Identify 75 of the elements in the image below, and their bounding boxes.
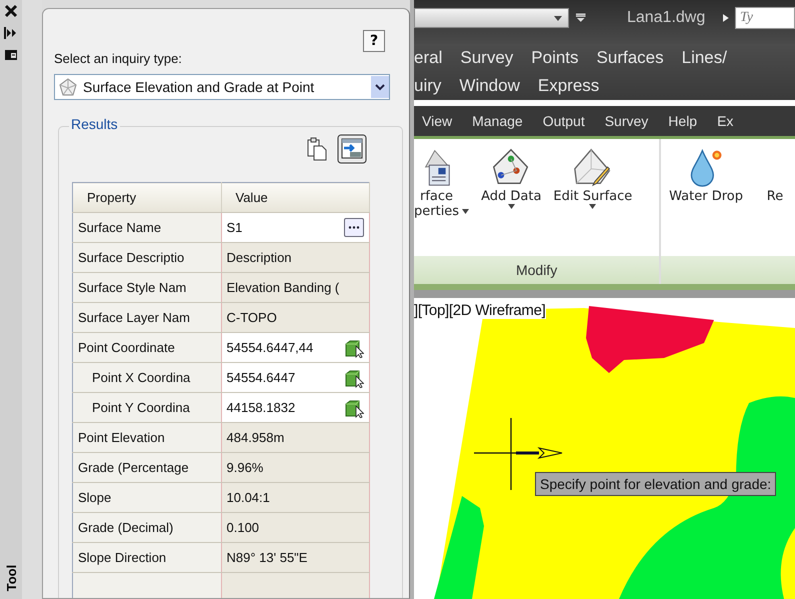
table-cell[interactable]: 54554.6447 bbox=[221, 362, 370, 392]
ribbon-tab[interactable]: Output bbox=[534, 113, 597, 129]
ribbon-button[interactable]: Re bbox=[755, 147, 795, 204]
ribbon-tab[interactable]: Manage bbox=[464, 113, 535, 129]
cell-value: 54554.6447,44 bbox=[226, 340, 314, 355]
document-title: Lana1.dwg bbox=[626, 9, 706, 27]
table-cell: Point Y Coordina bbox=[72, 392, 221, 422]
ribbon-tab[interactable]: Ex bbox=[709, 113, 746, 129]
table-cell: Surface Descriptio bbox=[72, 242, 221, 272]
menu-item[interactable]: Points bbox=[531, 48, 579, 68]
cell-value: 54554.6447 bbox=[226, 370, 296, 385]
palette-title: Tool bbox=[4, 564, 18, 592]
ribbon-tab[interactable]: View bbox=[414, 113, 464, 129]
ribbon-tab[interactable]: Help bbox=[660, 113, 710, 129]
ribbon-tab[interactable]: Survey bbox=[596, 113, 660, 129]
table-cell: Point Elevation bbox=[72, 422, 221, 452]
pick-point-icon[interactable] bbox=[344, 338, 364, 358]
surface-pencil-icon bbox=[572, 147, 613, 187]
close-icon[interactable] bbox=[4, 4, 18, 18]
cell-value: 44158.1832 bbox=[226, 400, 296, 415]
ellipsis-icon bbox=[348, 226, 360, 229]
inquiry-type-dropdown[interactable]: Surface Elevation and Grade at Point bbox=[54, 74, 390, 100]
table-cell[interactable]: 54554.6447,44 bbox=[221, 332, 370, 362]
cell-value: Description bbox=[226, 250, 292, 265]
menu-item[interactable]: eral bbox=[414, 48, 442, 68]
chevron-down-icon[interactable] bbox=[371, 76, 389, 98]
surface-icon bbox=[59, 78, 77, 96]
clipboard-icon[interactable] bbox=[305, 136, 329, 162]
browse-button[interactable] bbox=[344, 218, 364, 237]
menu-item[interactable]: Survey bbox=[460, 48, 514, 68]
ribbon-panel-title: Modify bbox=[516, 262, 558, 278]
table-cell[interactable]: 44158.1832 bbox=[221, 392, 370, 422]
viewport-label[interactable]: ][Top][2D Wireframe] bbox=[414, 302, 546, 319]
table-cell: Surface Name bbox=[72, 212, 221, 242]
properties-icon[interactable] bbox=[4, 48, 18, 62]
column-header[interactable]: Value bbox=[221, 182, 370, 212]
menu-item[interactable]: Express bbox=[538, 76, 600, 96]
inquiry-type-value: Surface Elevation and Grade at Point bbox=[83, 79, 314, 95]
expand-arrow-icon[interactable] bbox=[723, 14, 729, 22]
cell-value: 10.04:1 bbox=[226, 490, 270, 505]
ribbon-button[interactable]: Water Drop bbox=[669, 147, 743, 204]
table-cell: Point X Coordina bbox=[72, 362, 221, 392]
table-cell: Point Coordinate bbox=[72, 332, 221, 362]
results-title: Results bbox=[69, 116, 120, 132]
menu-item[interactable]: Surfaces bbox=[596, 48, 664, 68]
ribbon-button[interactable]: Edit Surface bbox=[553, 147, 632, 209]
ribbon-button[interactable]: Add Data bbox=[481, 147, 542, 209]
table-cell: Slope bbox=[72, 482, 221, 512]
menu-item[interactable]: Window bbox=[459, 76, 520, 96]
cell-value: C-TOPO bbox=[226, 310, 277, 325]
cell-value: N89° 13' 55"E bbox=[226, 550, 308, 565]
tooltip: Specify point for elevation and grade: bbox=[535, 472, 776, 496]
cell-value: 484.958m bbox=[226, 430, 284, 445]
table-cell: Grade (Percentage bbox=[72, 452, 221, 482]
cell-value: Elevation Banding ( bbox=[226, 280, 340, 295]
table-cell: Surface Layer Nam bbox=[72, 302, 221, 332]
auto-hide-icon[interactable] bbox=[4, 26, 18, 40]
search-field[interactable]: Ty bbox=[735, 7, 795, 29]
table-cell[interactable]: S1 bbox=[221, 212, 370, 242]
pick-point-icon[interactable] bbox=[344, 368, 364, 388]
ribbon-button[interactable]: rface perties bbox=[414, 147, 470, 219]
column-header[interactable]: Property bbox=[72, 182, 221, 212]
pick-point-icon[interactable] bbox=[344, 398, 364, 418]
menu-item[interactable]: uiry bbox=[414, 76, 442, 96]
help-button[interactable]: ? bbox=[363, 30, 385, 52]
table-cell: Surface Style Nam bbox=[72, 272, 221, 302]
cell-value: 0.100 bbox=[226, 520, 260, 535]
table-cell: Grade (Decimal) bbox=[72, 512, 221, 542]
cell-value: S1 bbox=[226, 220, 242, 235]
caret-icon[interactable] bbox=[554, 16, 562, 20]
inquiry-type-label: Select an inquiry type: bbox=[54, 51, 182, 66]
table-cell: Slope Direction bbox=[72, 542, 221, 572]
customize-menu-icon[interactable] bbox=[575, 13, 587, 23]
menu-item[interactable]: Lines/ bbox=[682, 48, 727, 68]
cell-value: 9.96% bbox=[226, 460, 264, 475]
